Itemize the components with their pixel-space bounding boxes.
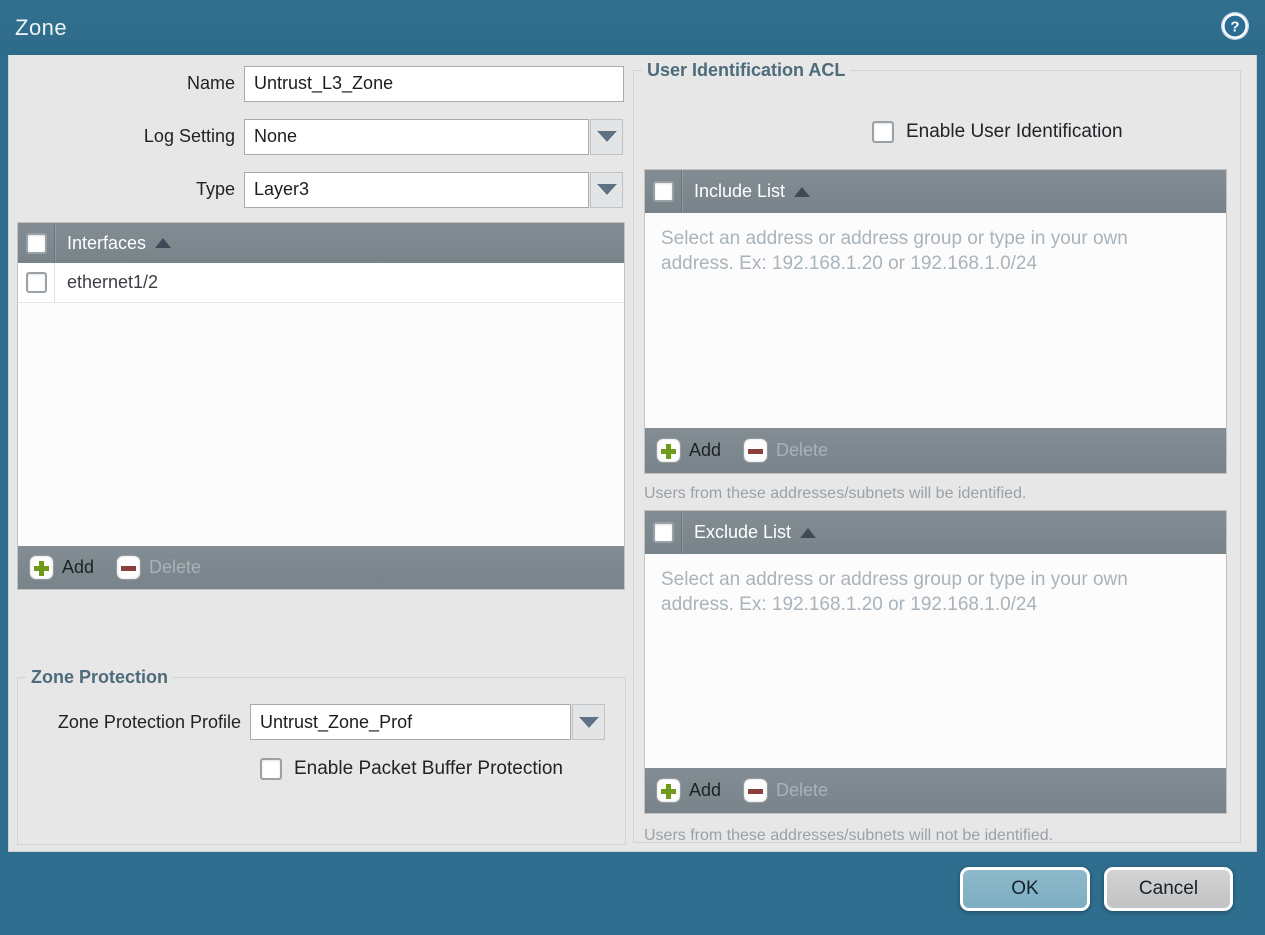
log-setting-input[interactable]: None [244,118,589,155]
exclude-list-footer: Add Delete [645,768,1226,813]
name-input[interactable]: Untrust_L3_Zone [244,65,624,102]
zone-protection-legend: Zone Protection [31,667,169,687]
interfaces-table-body: ethernet1/2 [18,263,624,548]
delete-button[interactable]: Delete [743,438,828,463]
include-list-table: Include List Select an address or addres… [644,169,1227,474]
sort-ascending-icon [800,527,817,538]
cancel-button[interactable]: Cancel [1104,867,1233,911]
exclude-select-all-cell [645,511,682,554]
row-checkbox[interactable] [25,272,47,293]
help-icon-glyph: ? [1221,12,1249,40]
add-button[interactable]: Add [656,438,721,463]
chevron-down-icon [596,184,617,195]
user-identification-acl-legend: User Identification ACL [647,60,846,80]
row-checkbox-cell [18,263,55,302]
dialog-title: Zone [15,14,68,40]
table-row[interactable]: ethernet1/2 [18,263,624,303]
include-list-placeholder: Select an address or address group or ty… [661,228,1128,274]
add-button[interactable]: Add [29,555,94,580]
log-setting-label: Log Setting [143,126,235,146]
interfaces-table-header: Interfaces [18,223,624,263]
interfaces-table-footer: Add Delete [18,546,624,589]
svg-text:?: ? [1230,19,1239,36]
name-row: Name Untrust_L3_Zone [17,65,633,102]
help-icon[interactable]: ? [1220,11,1250,41]
packet-buffer-protection-checkbox[interactable] [260,758,282,780]
interfaces-column-header[interactable]: Interfaces [55,232,172,254]
zone-protection-profile-input[interactable]: Untrust_Zone_Prof [250,704,571,740]
add-button-label: Add [689,780,722,800]
interfaces-column-label: Interfaces [67,232,147,253]
include-list-caption: Users from these addresses/subnets will … [644,485,1027,502]
delete-button-label: Delete [149,557,202,577]
zone-protection-profile-row: Zone Protection Profile Untrust_Zone_Pro… [18,704,625,740]
enable-user-identification-label: Enable User Identification [906,121,1123,142]
zone-protection-profile-label: Zone Protection Profile [57,711,241,732]
include-select-all-checkbox[interactable] [652,181,674,202]
zone-form: Name Untrust_L3_Zone Log Setting None Ty… [17,65,633,224]
zone-dialog-screen: { "window": { "title": "Zone" }, "form":… [0,0,1265,935]
exclude-select-all-checkbox[interactable] [652,522,674,543]
chevron-down-icon [578,716,599,728]
ok-button[interactable]: OK [960,867,1090,911]
delete-button[interactable]: Delete [743,778,828,803]
exclude-list-caption: Users from these addresses/subnets will … [644,827,1054,844]
enable-user-identification-row: Enable User Identification [872,121,1123,143]
plus-icon [29,555,54,580]
zone-dialog-body: Name Untrust_L3_Zone Log Setting None Ty… [8,55,1257,852]
zone-protection-profile-dropdown-button[interactable] [572,704,605,740]
exclude-list-column-header[interactable]: Exclude List [682,522,817,543]
name-label: Name [186,73,235,93]
log-setting-dropdown-button[interactable] [590,118,623,155]
minus-icon [116,555,142,580]
plus-icon [656,778,681,803]
include-list-column-label: Include List [694,181,786,201]
zone-protection-section: Zone Protection Zone Protection Profile … [17,667,626,845]
interfaces-select-all-cell [18,223,55,263]
type-row: Type Layer3 [17,171,633,208]
exclude-list-placeholder: Select an address or address group or ty… [661,569,1128,615]
interfaces-table: Interfaces ethernet1/2 Add Delete [17,222,625,590]
minus-icon [743,438,769,463]
exclude-list-body[interactable]: Select an address or address group or ty… [645,554,1226,770]
include-list-column-header[interactable]: Include List [682,181,811,202]
interfaces-select-all-checkbox[interactable] [25,232,47,254]
add-button[interactable]: Add [656,778,721,803]
packet-buffer-protection-row: Enable Packet Buffer Protection [260,758,625,780]
include-select-all-cell [645,170,682,213]
interface-name: ethernet1/2 [67,272,159,292]
add-button-label: Add [62,557,95,577]
include-list-footer: Add Delete [645,428,1226,473]
enable-user-identification-checkbox[interactable] [872,121,894,143]
sort-ascending-icon [794,186,811,197]
delete-button-label: Delete [776,780,829,800]
include-list-header: Include List [645,170,1226,213]
include-list-body[interactable]: Select an address or address group or ty… [645,213,1226,430]
chevron-down-icon [596,131,617,142]
add-button-label: Add [689,440,722,460]
packet-buffer-protection-label: Enable Packet Buffer Protection [294,758,563,779]
type-dropdown-button[interactable] [590,171,623,208]
exclude-list-table: Exclude List Select an address or addres… [644,510,1227,814]
user-identification-acl-section: User Identification ACL Enable User Iden… [633,60,1241,844]
type-label: Type [195,179,235,199]
dialog-titlebar: Zone [0,0,1265,55]
delete-button-label: Delete [776,440,829,460]
plus-icon [656,438,681,463]
exclude-list-column-label: Exclude List [694,522,792,542]
delete-button[interactable]: Delete [116,555,201,580]
minus-icon [743,778,769,803]
type-input[interactable]: Layer3 [244,171,589,208]
exclude-list-header: Exclude List [645,511,1226,554]
sort-ascending-icon [155,238,172,248]
log-setting-row: Log Setting None [17,118,633,155]
